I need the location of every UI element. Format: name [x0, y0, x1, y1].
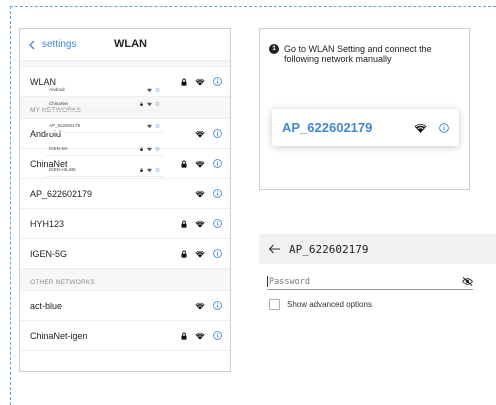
highlighted-network-callout[interactable]: AP_622602179: [272, 109, 459, 146]
info-icon[interactable]: [213, 159, 222, 168]
arrow-left-icon[interactable]: [268, 244, 281, 254]
info-icon[interactable]: [213, 331, 222, 340]
eye-off-icon[interactable]: [462, 277, 473, 286]
mini-network-list: Android ChinaNet AP_622602179 IGEN-5G IGEN-H…: [45, 83, 164, 183]
wifi-icon: [195, 160, 205, 168]
network-name: act-blue: [30, 300, 63, 311]
wifi-icon: [195, 332, 205, 340]
lock-icon: [181, 220, 187, 228]
mini-network-name: IGEN-HILINK: [49, 167, 77, 172]
advanced-options-checkbox[interactable]: [269, 299, 280, 310]
instruction-text: Go to WLAN Setting and connect the follo…: [284, 44, 432, 64]
network-row[interactable]: AP_622602179: [20, 179, 230, 209]
info-icon[interactable]: [213, 219, 222, 228]
back-label: settings: [42, 39, 77, 50]
lock-icon: [140, 101, 143, 106]
info-icon[interactable]: [213, 77, 222, 86]
wifi-password-dialog: AP_622602179 Show advanced options: [259, 234, 496, 310]
wifi-icon: [195, 130, 205, 138]
wifi-icon: [147, 123, 152, 128]
mini-network-row: IGEN-HILINK: [45, 163, 164, 177]
lock-icon: [140, 167, 143, 172]
network-name: HYH123: [30, 218, 65, 229]
info-icon[interactable]: [439, 122, 449, 133]
info-icon[interactable]: [213, 301, 222, 310]
info-icon: [155, 146, 160, 151]
advanced-options-label: Show advanced options: [287, 300, 372, 309]
mini-network-name: ChinaNet: [49, 101, 68, 106]
password-input[interactable]: [269, 276, 462, 287]
network-name: IGEN-5G: [30, 248, 68, 259]
mini-network-name: AP_622602179: [49, 123, 81, 128]
wifi-icon: [195, 302, 205, 310]
wlan-settings-screen: settings WLAN WLAN MY NETWORKS Android Ch…: [19, 28, 231, 372]
wifi-icon: [147, 146, 152, 151]
lock-icon: [181, 332, 187, 340]
info-icon[interactable]: [213, 129, 222, 138]
wifi-icon: [195, 220, 205, 228]
step-number-badge: 1: [269, 44, 279, 54]
mini-network-row: ChinaNet: [45, 97, 164, 111]
text-cursor: [267, 276, 268, 287]
lock-icon: [140, 146, 143, 151]
info-icon: [155, 123, 160, 128]
mini-network-row: Android: [45, 83, 164, 97]
info-icon: [155, 101, 160, 106]
wifi-icon: [147, 101, 152, 106]
mini-network-row: AP_622602179: [45, 119, 164, 133]
network-row[interactable]: ChinaNet-igen: [20, 321, 230, 351]
info-icon: [155, 87, 160, 92]
info-icon[interactable]: [213, 249, 222, 258]
lock-icon: [181, 250, 187, 258]
network-row[interactable]: act-blue: [20, 291, 230, 321]
mini-network-name: IGEN-5G: [49, 146, 68, 151]
chevron-left-icon: [29, 40, 35, 49]
wifi-icon: [147, 167, 152, 172]
mini-network-name: Android: [49, 87, 65, 92]
mini-network-row: IGEN-5G: [45, 142, 164, 156]
lock-icon: [181, 160, 187, 168]
password-field[interactable]: [267, 274, 473, 290]
advanced-options-row[interactable]: Show advanced options: [269, 299, 372, 310]
lock-icon: [181, 78, 187, 86]
wifi-icon: [414, 123, 427, 133]
wlan-header: settings WLAN: [20, 29, 230, 61]
network-row[interactable]: IGEN-5G: [20, 239, 230, 269]
instruction-step: 1 Go to WLAN Setting and connect the fol…: [269, 44, 465, 64]
guide-border-top: [10, 6, 496, 7]
guide-border-left: [10, 6, 11, 405]
network-name: ChinaNet-igen: [30, 330, 88, 341]
network-name: AP_622602179: [30, 188, 93, 199]
dialog-header: AP_622602179: [259, 234, 496, 264]
info-icon: [155, 167, 160, 172]
page-title: WLAN: [114, 38, 147, 50]
wifi-icon: [147, 87, 152, 92]
wifi-icon: [195, 78, 205, 86]
wifi-icon: [195, 250, 205, 258]
other-networks-list: act-blue ChinaNet-igen: [20, 291, 230, 351]
other-networks-header: OTHER NETWORKS: [20, 269, 230, 291]
network-row[interactable]: HYH123: [20, 209, 230, 239]
back-to-settings-button[interactable]: settings: [28, 39, 76, 50]
info-icon[interactable]: [213, 189, 222, 198]
highlighted-network-name: AP_622602179: [282, 120, 373, 135]
wifi-icon: [195, 190, 205, 198]
dialog-title: AP_622602179: [289, 242, 369, 256]
